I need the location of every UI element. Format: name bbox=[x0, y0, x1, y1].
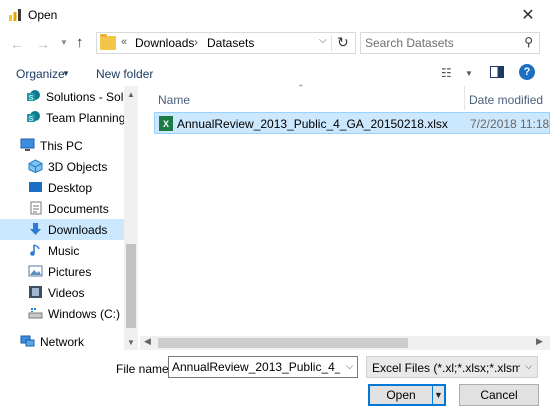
scroll-right-icon[interactable]: ▶ bbox=[536, 336, 543, 347]
file-name-input[interactable] bbox=[172, 360, 340, 374]
organize-caret-icon[interactable]: ▼ bbox=[62, 69, 70, 78]
column-header-name[interactable]: Name bbox=[158, 93, 190, 107]
desktop-icon bbox=[29, 182, 42, 192]
file-name-label: File name: bbox=[116, 362, 173, 376]
column-header-date-modified[interactable]: Date modified bbox=[469, 93, 543, 107]
sidebar-item-label: Network bbox=[40, 335, 85, 349]
navigation-pane: S Solutions - Solut S Team Planning & Th… bbox=[0, 86, 140, 350]
close-button[interactable]: ✕ bbox=[506, 0, 550, 30]
sidebar-item-team-planning[interactable]: S Team Planning & bbox=[0, 107, 124, 128]
address-bar[interactable]: « Downloads › Datasets ⌵ ↻ bbox=[96, 32, 356, 54]
excel-file-icon: X bbox=[159, 116, 173, 131]
sidebar-item-label: Windows (C:) bbox=[48, 307, 121, 321]
open-button-label: Open bbox=[386, 388, 416, 402]
title-bar: Open ✕ bbox=[0, 0, 550, 30]
sidebar-item-network[interactable]: Network bbox=[0, 331, 124, 352]
horizontal-scrollbar[interactable]: ◀ ▶ bbox=[140, 336, 550, 350]
pictures-icon bbox=[28, 265, 43, 277]
column-divider[interactable] bbox=[464, 86, 465, 110]
breadcrumb-separator[interactable]: › bbox=[194, 35, 198, 49]
documents-icon bbox=[30, 201, 42, 215]
new-folder-button[interactable]: New folder bbox=[96, 67, 153, 81]
open-button[interactable]: Open bbox=[368, 384, 434, 406]
sidebar-item-pictures[interactable]: Pictures bbox=[0, 261, 124, 282]
drive-icon bbox=[28, 308, 43, 319]
sidebar-item-solutions[interactable]: S Solutions - Solut bbox=[0, 86, 124, 107]
back-button[interactable]: ← bbox=[10, 36, 26, 52]
sidebar-item-label: Pictures bbox=[48, 265, 92, 279]
breadcrumb-datasets[interactable]: Datasets bbox=[207, 36, 254, 50]
forward-button[interactable]: → bbox=[36, 36, 52, 52]
cancel-button[interactable]: Cancel bbox=[459, 384, 539, 406]
breadcrumb-downloads[interactable]: Downloads bbox=[135, 36, 194, 50]
sidebar-item-this-pc[interactable]: This PC bbox=[0, 135, 124, 156]
sidebar-item-documents[interactable]: Documents bbox=[0, 198, 124, 219]
svg-text:S: S bbox=[29, 116, 34, 123]
search-input[interactable] bbox=[365, 36, 515, 50]
view-caret-icon[interactable]: ▼ bbox=[465, 69, 473, 78]
sharepoint-icon: S bbox=[27, 90, 40, 102]
computer-icon bbox=[20, 138, 35, 151]
file-type-value: Excel Files (*.xl;*.xlsx;*.xlsm;*.xls bbox=[372, 361, 520, 375]
sidebar-item-label: 3D Objects bbox=[48, 160, 108, 174]
refresh-icon[interactable]: ↻ bbox=[337, 34, 349, 51]
sidebar-item-3d-objects[interactable]: 3D Objects bbox=[0, 156, 124, 177]
view-options-icon[interactable]: ☷ bbox=[441, 66, 452, 80]
scroll-down-icon[interactable]: ▼ bbox=[127, 338, 135, 347]
3d-objects-icon bbox=[28, 159, 43, 173]
sidebar-item-label: Documents bbox=[48, 202, 109, 216]
search-box[interactable]: ⚲ bbox=[360, 32, 540, 54]
up-button[interactable]: ↑ bbox=[76, 34, 84, 51]
chevron-down-icon: ▼ bbox=[434, 390, 443, 400]
close-icon: ✕ bbox=[521, 7, 535, 24]
videos-icon bbox=[29, 286, 42, 298]
sidebar-item-windows-c[interactable]: Windows (C:) bbox=[0, 303, 124, 324]
sidebar-item-label: Downloads bbox=[48, 223, 108, 237]
sidebar-item-label: Solutions - Solut bbox=[46, 90, 124, 104]
sidebar-item-label: Team Planning & bbox=[46, 111, 124, 125]
file-type-select[interactable]: Excel Files (*.xl;*.xlsx;*.xlsm;*.xls ⌵ bbox=[366, 356, 538, 378]
sidebar-item-label: Desktop bbox=[48, 181, 93, 195]
cancel-button-label: Cancel bbox=[480, 388, 518, 402]
file-name-dropdown-icon[interactable]: ⌵ bbox=[346, 361, 353, 372]
organize-button[interactable]: Organize bbox=[16, 67, 65, 81]
sharepoint-icon: S bbox=[27, 111, 40, 123]
breadcrumb-overflow[interactable]: « bbox=[121, 36, 127, 48]
scroll-left-icon[interactable]: ◀ bbox=[144, 336, 151, 347]
file-date-modified: 7/2/2018 11:18 AM bbox=[470, 117, 550, 131]
sidebar-item-downloads[interactable]: Downloads bbox=[0, 219, 124, 240]
folder-icon bbox=[100, 34, 116, 50]
sidebar-item-desktop[interactable]: Desktop bbox=[0, 177, 124, 198]
search-icon[interactable]: ⚲ bbox=[524, 35, 533, 49]
svg-text:S: S bbox=[29, 95, 34, 102]
open-options-button[interactable]: ▼ bbox=[432, 384, 446, 406]
horizontal-scroll-thumb[interactable] bbox=[158, 338, 408, 348]
sidebar-item-label: This PC bbox=[40, 139, 83, 153]
file-list: ⌃ Name Date modified X AnnualReview_2013… bbox=[140, 83, 550, 350]
sidebar-item-label: Videos bbox=[48, 286, 85, 300]
file-name-combobox[interactable]: ⌵ bbox=[168, 356, 358, 378]
file-row[interactable]: X AnnualReview_2013_Public_4_GA_20150218… bbox=[154, 112, 550, 134]
address-dropdown-icon[interactable]: ⌵ bbox=[319, 35, 327, 46]
sidebar-item-videos[interactable]: Videos bbox=[0, 282, 124, 303]
power-bi-icon bbox=[9, 9, 21, 21]
music-icon bbox=[30, 244, 40, 256]
sidebar-item-label: Music bbox=[48, 244, 80, 258]
navigation-scroll-thumb[interactable] bbox=[126, 244, 136, 328]
help-icon[interactable]: ? bbox=[519, 64, 535, 80]
command-bar: Organize ▼ New folder ☷ ▼ ? bbox=[0, 60, 550, 86]
sort-indicator-icon: ⌃ bbox=[297, 83, 305, 93]
preview-pane-icon[interactable] bbox=[490, 66, 504, 78]
recent-locations-chevron-icon[interactable]: ▼ bbox=[60, 38, 68, 47]
scroll-up-icon[interactable]: ▲ bbox=[127, 90, 135, 99]
file-name: AnnualReview_2013_Public_4_GA_20150218.x… bbox=[177, 117, 448, 131]
file-type-dropdown-icon[interactable]: ⌵ bbox=[525, 361, 532, 372]
downloads-icon bbox=[30, 223, 41, 235]
window-title: Open bbox=[28, 8, 58, 22]
address-divider bbox=[331, 35, 332, 51]
sidebar-item-music[interactable]: Music bbox=[0, 240, 124, 261]
network-icon bbox=[20, 335, 35, 347]
